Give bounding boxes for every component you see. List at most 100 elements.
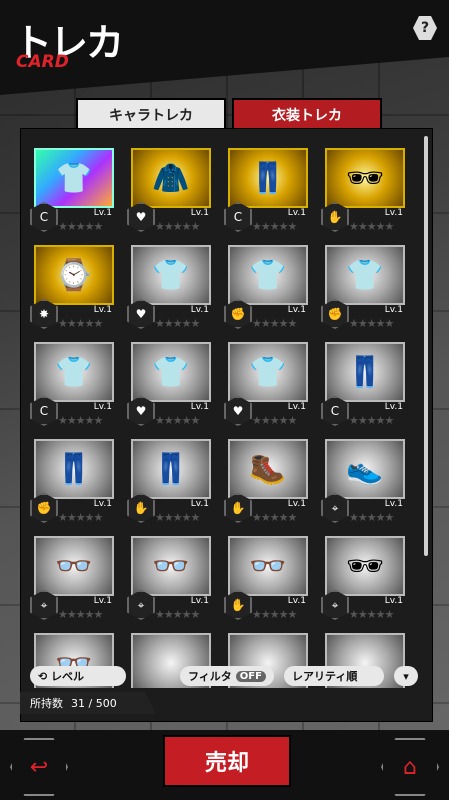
sort-bar: ⟲ レベル フィルタ OFF レアリティ順 ▾ xyxy=(30,666,418,690)
page-subtitle: CARD xyxy=(16,52,69,72)
card-level: Lv.1 xyxy=(93,208,112,218)
scrollbar[interactable] xyxy=(424,136,428,556)
costume-card[interactable]: 👓 ⌖ Lv.1 ★★★★★ xyxy=(30,536,114,626)
tab-character-cards[interactable]: キャラトレカ xyxy=(76,98,226,132)
costume-card[interactable]: 🥾 ✋ Lv.1 ★★★★★ xyxy=(224,439,308,529)
card-image: 👕 xyxy=(228,245,308,305)
costume-card[interactable]: 👓 ⌖ Lv.1 ★★★★★ xyxy=(127,536,211,626)
costume-card[interactable]: 👖 ✊ Lv.1 ★★★★★ xyxy=(30,439,114,529)
sort-order-button[interactable]: ▾ xyxy=(394,666,418,686)
rarity-stars: ★★★★★ xyxy=(349,608,394,621)
costume-card[interactable]: 👟 ⌖ Lv.1 ★★★★★ xyxy=(321,439,405,529)
rarity-stars: ★★★★★ xyxy=(252,414,297,427)
rarity-stars: ★★★★★ xyxy=(58,317,103,330)
rarity-stars: ★★★★★ xyxy=(252,317,297,330)
card-image: 👕 xyxy=(34,148,114,208)
costume-icon: 👕 xyxy=(249,257,287,293)
card-image: ⌚ xyxy=(34,245,114,305)
filter-button[interactable]: フィルタ OFF xyxy=(180,666,274,686)
rarity-stars: ★★★★★ xyxy=(155,414,200,427)
card-level: Lv.1 xyxy=(287,402,306,412)
card-image: 👖 xyxy=(325,342,405,402)
costume-icon: 👕 xyxy=(152,257,190,293)
costume-card[interactable]: 👖 C Lv.1 ★★★★★ xyxy=(321,342,405,432)
card-image: 🥾 xyxy=(228,439,308,499)
card-image: 👓 xyxy=(131,536,211,596)
card-image: 👖 xyxy=(131,439,211,499)
home-icon: ⌂ xyxy=(403,754,417,780)
costume-card[interactable]: 👖 ✋ Lv.1 ★★★★★ xyxy=(127,439,211,529)
card-level: Lv.1 xyxy=(190,596,209,606)
costume-icon: 🕶 xyxy=(345,548,385,584)
inventory-count: 所持数 31 / 500 xyxy=(20,692,156,714)
rarity-stars: ★★★★★ xyxy=(349,220,394,233)
tab-costume-cards[interactable]: 衣装トレカ xyxy=(232,98,382,139)
costume-icon: 👕 xyxy=(346,257,384,293)
level-sort-label: レベル xyxy=(51,670,85,683)
costume-card[interactable]: 👕 C Lv.1 ★★★★★ xyxy=(30,148,114,238)
costume-icon: 👖 xyxy=(346,354,384,390)
costume-card[interactable]: 👖 C Lv.1 ★★★★★ xyxy=(224,148,308,238)
card-level: Lv.1 xyxy=(190,305,209,315)
costume-card[interactable]: 👕 ✊ Lv.1 ★★★★★ xyxy=(321,245,405,335)
card-level: Lv.1 xyxy=(190,208,209,218)
rarity-stars: ★★★★★ xyxy=(58,608,103,621)
costume-icon: 👖 xyxy=(152,451,190,487)
costume-card[interactable]: 🕶 ✋ Lv.1 ★★★★★ xyxy=(321,148,405,238)
costume-icon: 👓 xyxy=(55,548,93,584)
card-level: Lv.1 xyxy=(287,305,306,315)
card-level: Lv.1 xyxy=(287,208,306,218)
sell-button[interactable]: 売却 xyxy=(163,735,291,787)
rarity-stars: ★★★★★ xyxy=(58,511,103,524)
costume-card[interactable]: ⌚ ✸ Lv.1 ★★★★★ xyxy=(30,245,114,335)
rarity-stars: ★★★★★ xyxy=(252,608,297,621)
costume-icon: 👖 xyxy=(249,160,287,196)
inventory-label: 所持数 xyxy=(30,697,63,710)
card-level: Lv.1 xyxy=(190,499,209,509)
card-image: 👓 xyxy=(228,536,308,596)
card-level: Lv.1 xyxy=(93,499,112,509)
card-level: Lv.1 xyxy=(384,208,403,218)
card-image: 👟 xyxy=(325,439,405,499)
level-sort-button[interactable]: ⟲ レベル xyxy=(30,666,126,686)
rarity-stars: ★★★★★ xyxy=(252,511,297,524)
costume-card[interactable]: 👕 ♥ Lv.1 ★★★★★ xyxy=(127,245,211,335)
card-image: 👖 xyxy=(34,439,114,499)
card-level: Lv.1 xyxy=(287,596,306,606)
rarity-stars: ★★★★★ xyxy=(58,414,103,427)
help-button[interactable]: ? xyxy=(413,16,437,40)
costume-icon: 👕 xyxy=(55,354,93,390)
costume-card[interactable]: 👕 ♥ Lv.1 ★★★★★ xyxy=(127,342,211,432)
card-image: 👕 xyxy=(34,342,114,402)
card-grid: 👕 C Lv.1 ★★★★★ 🧥 ♥ Lv.1 ★★★★★ 👖 C Lv.1 ★★★★★ 🕶 ✋ Lv.1 ★… xyxy=(30,148,418,688)
costume-icon: 🧥 xyxy=(152,160,190,196)
costume-card[interactable]: 👕 ✊ Lv.1 ★★★★★ xyxy=(224,245,308,335)
filter-label: フィルタ xyxy=(188,670,232,683)
costume-card[interactable]: 👓 ✋ Lv.1 ★★★★★ xyxy=(224,536,308,626)
back-arrow-icon: ↩ xyxy=(29,754,49,780)
rarity-stars: ★★★★★ xyxy=(349,511,394,524)
costume-icon: 👕 xyxy=(249,354,287,390)
costume-card[interactable]: 👕 C Lv.1 ★★★★★ xyxy=(30,342,114,432)
costume-icon: 👟 xyxy=(346,451,384,487)
rarity-stars: ★★★★★ xyxy=(155,220,200,233)
card-level: Lv.1 xyxy=(93,305,112,315)
costume-icon: 👓 xyxy=(152,548,190,584)
card-level: Lv.1 xyxy=(384,596,403,606)
costume-card[interactable]: 👕 ♥ Lv.1 ★★★★★ xyxy=(224,342,308,432)
rarity-stars: ★★★★★ xyxy=(155,608,200,621)
rarity-sort-button[interactable]: レアリティ順 xyxy=(284,666,384,686)
rarity-stars: ★★★★★ xyxy=(58,220,103,233)
costume-icon: ⌚ xyxy=(55,257,93,293)
card-level: Lv.1 xyxy=(384,305,403,315)
costume-card[interactable]: 🧥 ♥ Lv.1 ★★★★★ xyxy=(127,148,211,238)
inventory-value: 31 / 500 xyxy=(71,696,117,710)
card-level: Lv.1 xyxy=(287,499,306,509)
tab-bar: キャラトレカ 衣装トレカ xyxy=(76,98,382,139)
card-image: 👕 xyxy=(228,342,308,402)
card-image: 👕 xyxy=(131,245,211,305)
card-image: 👕 xyxy=(325,245,405,305)
card-image: 👓 xyxy=(34,536,114,596)
costume-card[interactable]: 🕶 ⌖ Lv.1 ★★★★★ xyxy=(321,536,405,626)
card-image: 🕶 xyxy=(325,148,405,208)
